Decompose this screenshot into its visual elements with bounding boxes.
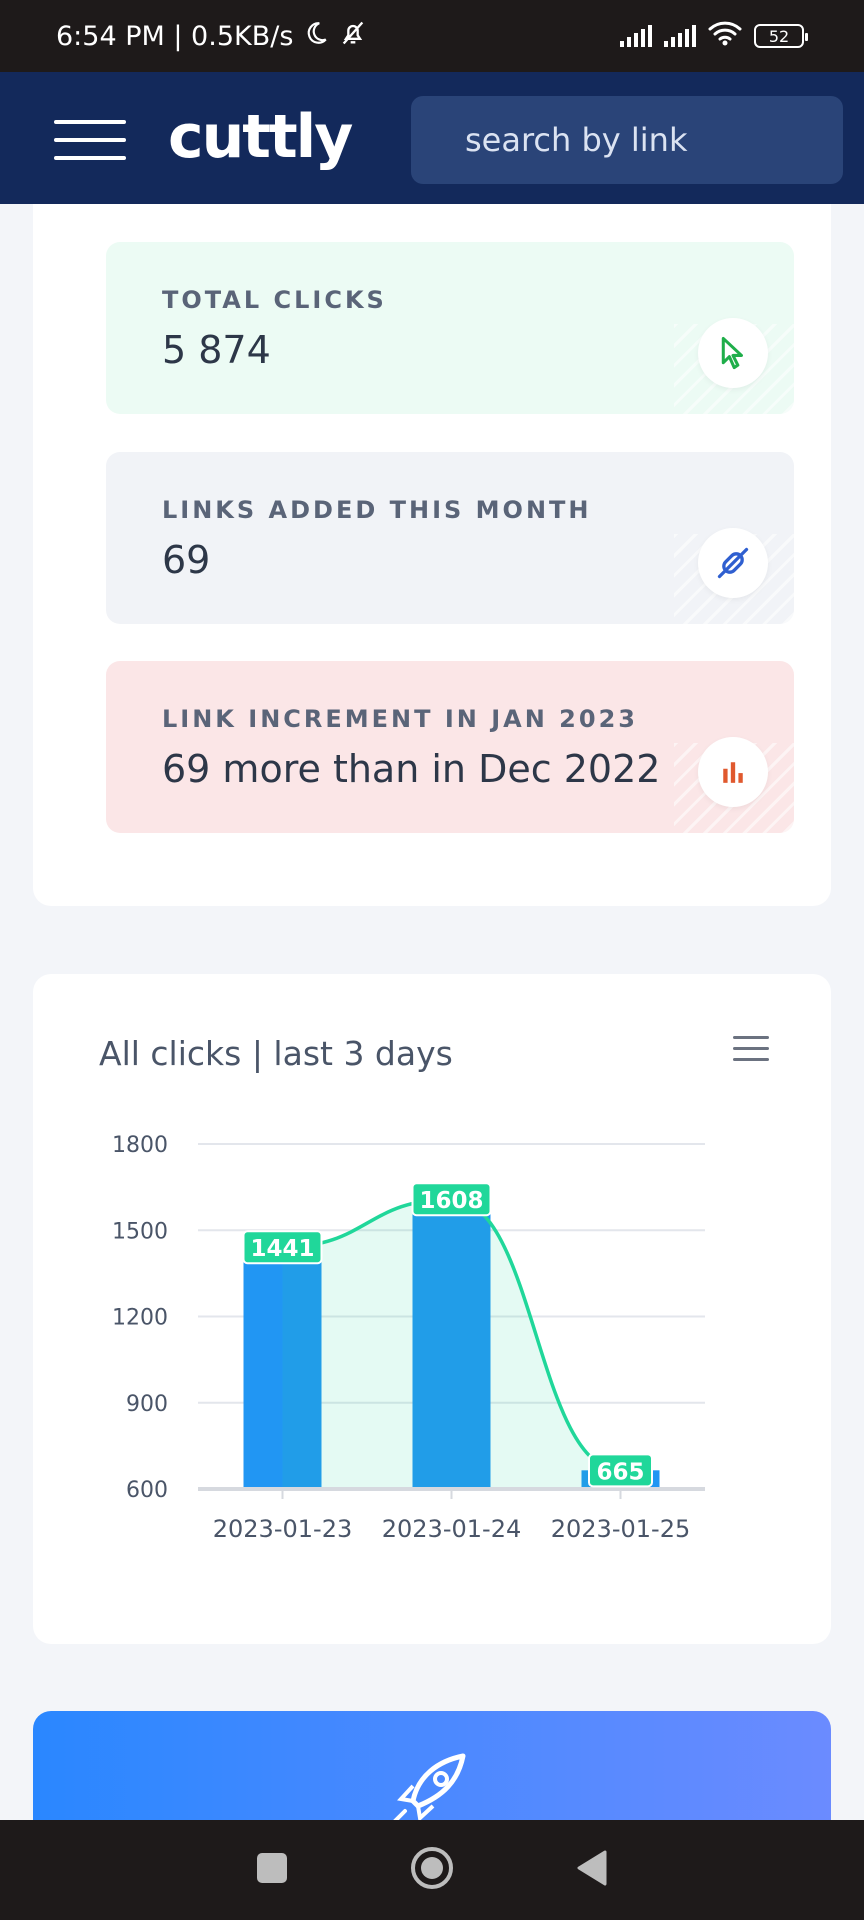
- data-label: 1608: [419, 1188, 483, 1214]
- signal-icon: [620, 25, 652, 47]
- square-icon: [257, 1853, 287, 1883]
- y-tick-label: 600: [126, 1478, 168, 1503]
- bar-chart-icon: [698, 737, 768, 807]
- stat-value: 69: [162, 538, 211, 582]
- promo-card: [33, 1711, 831, 1820]
- home-circle-icon: [411, 1847, 453, 1889]
- link-increment-stat: LINK INCREMENT IN JAN 2023 69 more than …: [106, 661, 794, 833]
- link-icon: [698, 528, 768, 598]
- status-bar: 6:54 PM | 0.5KB/s 52: [0, 0, 864, 72]
- stat-label: LINK INCREMENT IN JAN 2023: [162, 705, 638, 733]
- status-time: 6:54 PM | 0.5KB/s: [56, 20, 294, 52]
- area-fill: [282, 1199, 621, 1489]
- cursor-icon: [698, 318, 768, 388]
- x-tick-label: 2023-01-23: [213, 1515, 352, 1543]
- battery-icon: 52: [754, 24, 808, 48]
- total-clicks-stat: TOTAL CLICKS 5 874: [106, 242, 794, 414]
- data-label: 1441: [250, 1236, 314, 1262]
- home-button[interactable]: [409, 1845, 455, 1895]
- moon-icon: [303, 20, 329, 53]
- data-label: 665: [596, 1459, 644, 1485]
- clicks-chart-card: All clicks | last 3 days 1800 1500 1200 900…: [33, 974, 831, 1644]
- stat-label: TOTAL CLICKS: [162, 286, 387, 314]
- stat-label: LINKS ADDED THIS MONTH: [162, 496, 592, 524]
- system-nav-bar: [0, 1820, 864, 1920]
- clicks-chart: 1800 1500 1200 900 600 2023-01-23 2023-01-24 20…: [112, 1133, 705, 1543]
- y-tick-label: 1800: [112, 1133, 168, 1158]
- y-tick-label: 1500: [112, 1219, 168, 1244]
- x-tick-label: 2023-01-25: [551, 1515, 690, 1543]
- signal-icon: [664, 25, 696, 47]
- stat-value: 5 874: [162, 328, 271, 372]
- rocket-icon: [393, 1753, 466, 1820]
- recents-button[interactable]: [255, 1851, 289, 1889]
- x-tick-label: 2023-01-24: [382, 1515, 521, 1543]
- bell-muted-icon: [339, 19, 367, 54]
- logo[interactable]: cuttly: [168, 102, 353, 172]
- search-input[interactable]: [411, 96, 843, 184]
- back-button[interactable]: [575, 1849, 609, 1891]
- app-header: cuttly: [0, 72, 864, 204]
- stat-value: 69 more than in Dec 2022: [162, 747, 661, 791]
- search-box: [411, 96, 843, 184]
- y-tick-label: 1200: [112, 1306, 168, 1331]
- menu-icon[interactable]: [54, 120, 126, 160]
- back-triangle-icon: [577, 1850, 607, 1886]
- y-tick-label: 900: [126, 1392, 168, 1417]
- wifi-icon: [708, 20, 742, 53]
- links-added-stat: LINKS ADDED THIS MONTH 69: [106, 452, 794, 624]
